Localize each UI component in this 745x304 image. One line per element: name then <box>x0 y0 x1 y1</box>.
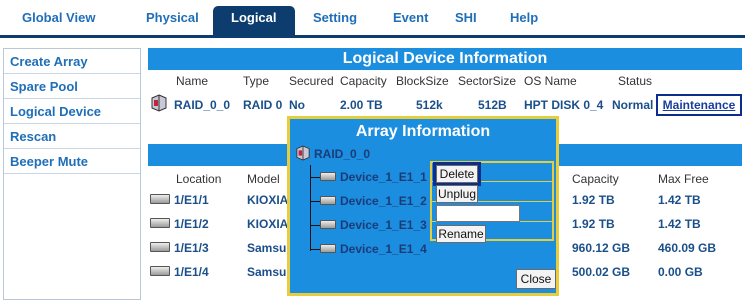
raid-array-icon <box>151 94 167 112</box>
logical-type: RAID 0 <box>243 98 283 112</box>
phys-model: Samsur <box>247 265 292 279</box>
tree-connector <box>310 225 320 226</box>
sidebar-item-spare-pool[interactable]: Spare Pool <box>4 74 140 99</box>
col-header-capacity: Capacity <box>340 74 387 88</box>
tab-physical[interactable]: Physical <box>146 10 199 25</box>
phys-max-free: 1.42 TB <box>658 217 701 231</box>
tree-connector <box>310 201 320 202</box>
phys-model: KIOXIA <box>247 193 289 207</box>
tree-connector <box>310 249 320 250</box>
logical-blocksize: 512k <box>416 98 443 112</box>
delete-button[interactable]: Delete <box>433 162 481 186</box>
phys-capacity: 1.92 TB <box>572 217 615 231</box>
logical-sectorsize: 512B <box>478 98 507 112</box>
col-header-name: Name <box>176 74 209 88</box>
rename-button[interactable]: Rename <box>436 225 486 243</box>
phys-max-free: 0.00 GB <box>658 265 703 279</box>
phys-location: 1/E1/1 <box>174 193 209 207</box>
phys-location: 1/E1/2 <box>174 217 209 231</box>
logical-os-name: HPT DISK 0_4 <box>524 98 604 112</box>
drive-icon <box>320 172 336 181</box>
sidebar-item-logical-device[interactable]: Logical Device <box>4 99 140 124</box>
col-header-os-name: OS Name <box>524 74 577 88</box>
tab-global-view[interactable]: Global View <box>22 10 95 25</box>
drive-icon <box>150 218 170 228</box>
col-header-max-free: Max Free <box>658 172 709 186</box>
array-device-item[interactable]: Device_1_E1_1 <box>340 170 427 184</box>
drive-icon <box>320 220 336 229</box>
tab-help[interactable]: Help <box>510 10 538 25</box>
col-header-model: Model <box>247 172 280 186</box>
dialog-title: Array Information <box>355 123 491 140</box>
phys-model: Samsur <box>247 241 292 255</box>
col-header-sectorsize: SectorSize <box>458 74 517 88</box>
col-header-location: Location <box>176 172 222 186</box>
phys-capacity: 1.92 TB <box>572 193 615 207</box>
unplug-button[interactable]: Unplug <box>436 185 478 203</box>
phys-capacity: 500.02 GB <box>572 265 631 279</box>
drive-icon <box>320 196 336 205</box>
drive-icon <box>150 242 170 252</box>
logical-name: RAID_0_0 <box>174 98 231 112</box>
tab-logical[interactable]: Logical <box>213 6 295 38</box>
array-device-item[interactable]: Device_1_E1_3 <box>340 218 427 232</box>
array-information-dialog: Array Information RAID_0_0 Device_1_E1_1… <box>287 116 559 296</box>
sidebar-item-beeper-mute[interactable]: Beeper Mute <box>4 149 140 174</box>
col-header-type: Type <box>243 74 270 88</box>
rename-input[interactable] <box>436 205 520 222</box>
tree-connector <box>310 177 320 178</box>
drive-icon <box>150 266 170 276</box>
tab-event[interactable]: Event <box>393 10 428 25</box>
array-device-item[interactable]: Device_1_E1_4 <box>340 242 427 256</box>
col-header-secured: Secured <box>289 74 334 88</box>
close-button[interactable]: Close <box>516 269 556 289</box>
raid-array-icon <box>296 145 310 161</box>
sidebar-item-create-array[interactable]: Create Array <box>4 49 140 74</box>
logical-status: Normal <box>612 98 654 112</box>
array-device-item[interactable]: Device_1_E1_2 <box>340 194 427 208</box>
col-header-status: Status <box>618 74 653 88</box>
tab-shi[interactable]: SHI <box>455 10 477 25</box>
phys-capacity: 960.12 GB <box>572 241 631 255</box>
logical-device-title: Logical Device Information <box>148 48 742 70</box>
drive-icon <box>320 244 336 253</box>
sidebar: Create Array Spare Pool Logical Device R… <box>3 48 141 300</box>
phys-max-free: 1.42 TB <box>658 193 701 207</box>
col-header-phys-capacity: Capacity <box>572 172 619 186</box>
tab-setting[interactable]: Setting <box>313 10 357 25</box>
logical-capacity: 2.00 TB <box>340 98 383 112</box>
logical-secured: No <box>289 98 305 112</box>
maintenance-link[interactable]: Maintenance <box>656 94 742 116</box>
phys-model: KIOXIA <box>247 217 289 231</box>
col-header-blocksize: BlockSize <box>396 74 449 88</box>
sidebar-item-rescan[interactable]: Rescan <box>4 124 140 149</box>
phys-max-free: 460.09 GB <box>658 241 717 255</box>
top-nav: Global View Physical Logical Setting Eve… <box>0 0 745 38</box>
drive-icon <box>150 194 170 204</box>
phys-location: 1/E1/4 <box>174 265 209 279</box>
array-root-label: RAID_0_0 <box>314 147 371 161</box>
phys-location: 1/E1/3 <box>174 241 209 255</box>
